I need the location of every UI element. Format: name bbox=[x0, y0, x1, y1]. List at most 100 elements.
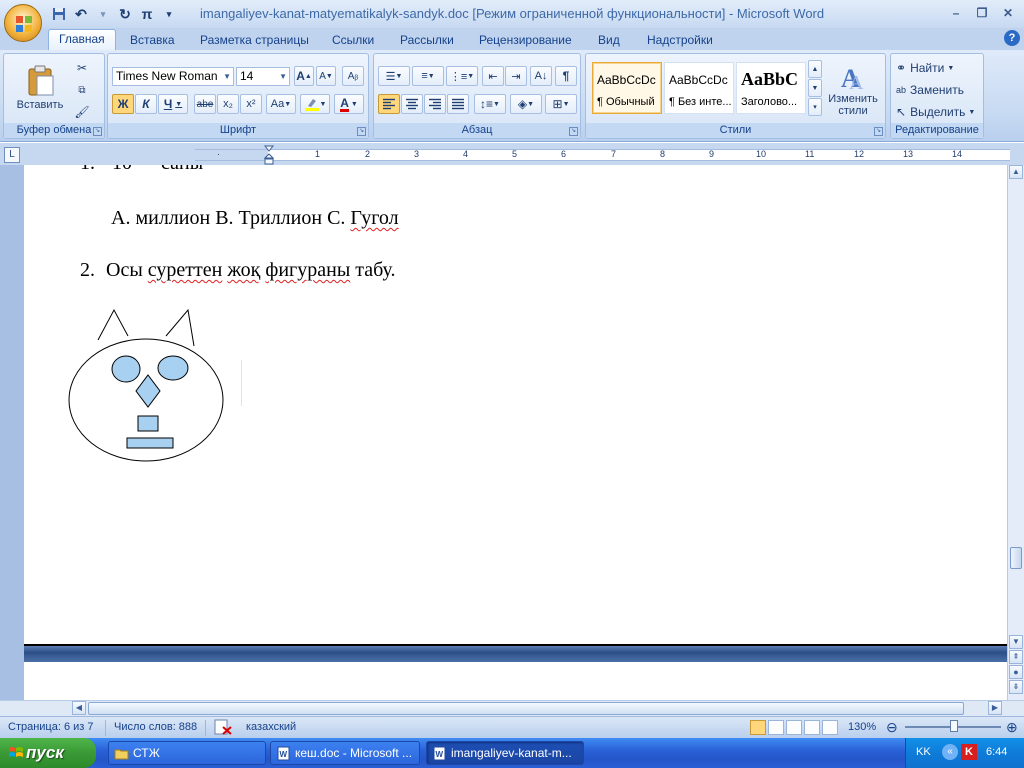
draft-view-icon[interactable] bbox=[822, 720, 838, 735]
scroll-left-icon[interactable]: ◀ bbox=[72, 701, 86, 715]
show-marks-button[interactable]: ¶ bbox=[555, 66, 577, 86]
clipboard-launcher-icon[interactable]: ↘ bbox=[93, 127, 102, 136]
change-case-button[interactable]: Aa ▼ bbox=[266, 94, 296, 114]
scroll-down-icon[interactable]: ▼ bbox=[1009, 635, 1023, 649]
styles-more-icon[interactable]: ▾ bbox=[808, 98, 822, 116]
font-launcher-icon[interactable]: ↘ bbox=[357, 127, 366, 136]
scroll-right-icon[interactable]: ▶ bbox=[988, 701, 1002, 715]
undo-icon[interactable]: ↶ bbox=[72, 5, 90, 23]
shading-button[interactable]: ◈ ▼ bbox=[510, 94, 542, 114]
styles-scroll-up-icon[interactable]: ▲ bbox=[808, 60, 822, 78]
antivirus-icon[interactable]: K bbox=[961, 744, 977, 760]
paste-button[interactable]: Вставить bbox=[10, 58, 70, 118]
highlight-color-button[interactable]: ▼ bbox=[300, 94, 330, 114]
vertical-scroll-thumb[interactable] bbox=[1010, 547, 1022, 569]
italic-button[interactable]: К bbox=[135, 94, 157, 114]
cut-icon[interactable]: ✂ bbox=[72, 58, 92, 78]
style-heading[interactable]: AaBbC Заголово... bbox=[736, 62, 806, 114]
horizontal-scrollbar[interactable]: ◀ ▶ bbox=[0, 700, 1024, 716]
tab-view[interactable]: Вид bbox=[598, 31, 620, 50]
strikethrough-button[interactable]: abe bbox=[194, 94, 216, 114]
clear-formatting-icon[interactable]: Aᵦ bbox=[342, 66, 364, 86]
zoom-slider-thumb[interactable] bbox=[950, 720, 958, 732]
superscript-button[interactable]: x² bbox=[240, 94, 262, 114]
styles-launcher-icon[interactable]: ↘ bbox=[874, 127, 883, 136]
copy-icon[interactable]: ⧉ bbox=[72, 80, 92, 100]
replace-button[interactable]: ab Заменить bbox=[895, 80, 981, 100]
zoom-in-icon[interactable]: ⊕ bbox=[1006, 719, 1018, 736]
horizontal-scroll-thumb[interactable] bbox=[88, 702, 964, 715]
tray-arrow-icon[interactable]: « bbox=[942, 744, 958, 760]
redo-icon[interactable]: ↻ bbox=[116, 5, 134, 23]
customize-qat-icon[interactable]: ▾ bbox=[160, 5, 178, 23]
tab-mailings[interactable]: Рассылки bbox=[400, 31, 454, 50]
subscript-button[interactable]: x₂ bbox=[217, 94, 239, 114]
underline-button[interactable]: Ч ▼ bbox=[158, 94, 188, 114]
paragraph-launcher-icon[interactable]: ↘ bbox=[569, 127, 578, 136]
tab-insert[interactable]: Вставка bbox=[130, 31, 175, 50]
office-button[interactable] bbox=[4, 4, 42, 42]
taskbar-item-word-2[interactable]: W imangaliyev-kanat-m... bbox=[426, 741, 584, 765]
taskbar-item-folder[interactable]: СТЖ bbox=[108, 741, 266, 765]
save-icon[interactable] bbox=[50, 5, 68, 23]
font-size-combo[interactable]: 14 ▼ bbox=[236, 67, 290, 86]
multilevel-list-button[interactable]: ⋮≡ ▼ bbox=[446, 66, 478, 86]
keyboard-language-indicator[interactable]: KK bbox=[916, 746, 931, 758]
scroll-up-icon[interactable]: ▲ bbox=[1009, 165, 1023, 179]
shrink-font-button[interactable]: A ▼ bbox=[316, 66, 336, 86]
next-page-icon[interactable]: ⇟ bbox=[1009, 680, 1023, 694]
align-center-icon[interactable] bbox=[401, 94, 423, 114]
increase-indent-icon[interactable]: ⇥ bbox=[505, 66, 527, 86]
restore-icon[interactable]: ❐ bbox=[974, 5, 990, 21]
grow-font-button[interactable]: A ▲ bbox=[294, 66, 314, 86]
print-layout-view-icon[interactable] bbox=[750, 720, 766, 735]
pi-icon[interactable]: π bbox=[138, 5, 156, 23]
language-status[interactable]: казахский bbox=[246, 721, 296, 733]
numbering-button[interactable]: ≡ ▼ bbox=[412, 66, 444, 86]
zoom-out-icon[interactable]: ⊖ bbox=[886, 719, 898, 736]
align-left-icon[interactable] bbox=[378, 94, 400, 114]
tab-selector-icon[interactable]: L bbox=[4, 147, 20, 163]
cat-face-figure[interactable] bbox=[66, 306, 228, 466]
tab-page-layout[interactable]: Разметка страницы bbox=[200, 31, 309, 50]
outline-view-icon[interactable] bbox=[804, 720, 820, 735]
change-styles-button[interactable]: A A Изменить стили bbox=[824, 58, 882, 122]
borders-button[interactable]: ⊞ ▼ bbox=[545, 94, 577, 114]
help-icon[interactable]: ? bbox=[1004, 30, 1020, 46]
indent-marker-icon[interactable] bbox=[264, 145, 274, 165]
minimize-icon[interactable]: – bbox=[948, 5, 964, 21]
horizontal-ruler[interactable]: 1 1 2 3 4 5 6 7 8 9 10 11 12 13 14 bbox=[195, 149, 1010, 161]
align-right-icon[interactable] bbox=[424, 94, 446, 114]
full-screen-reading-icon[interactable] bbox=[768, 720, 784, 735]
close-icon[interactable]: ✕ bbox=[1000, 5, 1016, 21]
select-button[interactable]: ↖ Выделить ▼ bbox=[895, 102, 981, 122]
format-painter-icon[interactable]: 🖌 bbox=[72, 102, 92, 122]
tab-home[interactable]: Главная bbox=[48, 29, 116, 50]
bold-button[interactable]: Ж bbox=[112, 94, 134, 114]
zoom-level[interactable]: 130% bbox=[848, 721, 876, 733]
taskbar-item-word-1[interactable]: W кеш.doc - Microsoft ... bbox=[270, 741, 420, 765]
line-spacing-button[interactable]: ↕≡ ▼ bbox=[474, 94, 506, 114]
style-normal[interactable]: AaBbCcDc ¶ Обычный bbox=[592, 62, 662, 114]
vertical-scrollbar[interactable]: ▲ ▼ ⇞ ● ⇟ bbox=[1007, 165, 1024, 700]
find-button[interactable]: ⚭ Найти ▼ bbox=[895, 58, 981, 78]
tab-review[interactable]: Рецензирование bbox=[479, 31, 572, 50]
undo-dropdown-icon[interactable]: ▾ bbox=[94, 5, 112, 23]
font-color-button[interactable]: A ▼ bbox=[334, 94, 364, 114]
tab-addins[interactable]: Надстройки bbox=[647, 31, 713, 50]
style-no-spacing[interactable]: AaBbCcDc ¶ Без инте... bbox=[664, 62, 734, 114]
previous-page-icon[interactable]: ⇞ bbox=[1009, 650, 1023, 664]
bullets-button[interactable]: ☰ ▼ bbox=[378, 66, 410, 86]
proofing-icon[interactable] bbox=[214, 719, 232, 738]
sort-icon[interactable]: A↓ bbox=[530, 66, 552, 86]
justify-icon[interactable] bbox=[447, 94, 469, 114]
page-count-status[interactable]: Страница: 6 из 7 bbox=[8, 721, 94, 733]
browse-object-icon[interactable]: ● bbox=[1009, 665, 1023, 679]
styles-scroll-down-icon[interactable]: ▼ bbox=[808, 79, 822, 97]
start-button[interactable]: пуск bbox=[0, 738, 96, 768]
tab-references[interactable]: Ссылки bbox=[332, 31, 374, 50]
word-count-status[interactable]: Число слов: 888 bbox=[114, 721, 197, 733]
font-name-combo[interactable]: Times New Roman ▼ bbox=[112, 67, 234, 86]
web-layout-icon[interactable] bbox=[786, 720, 802, 735]
decrease-indent-icon[interactable]: ⇤ bbox=[482, 66, 504, 86]
